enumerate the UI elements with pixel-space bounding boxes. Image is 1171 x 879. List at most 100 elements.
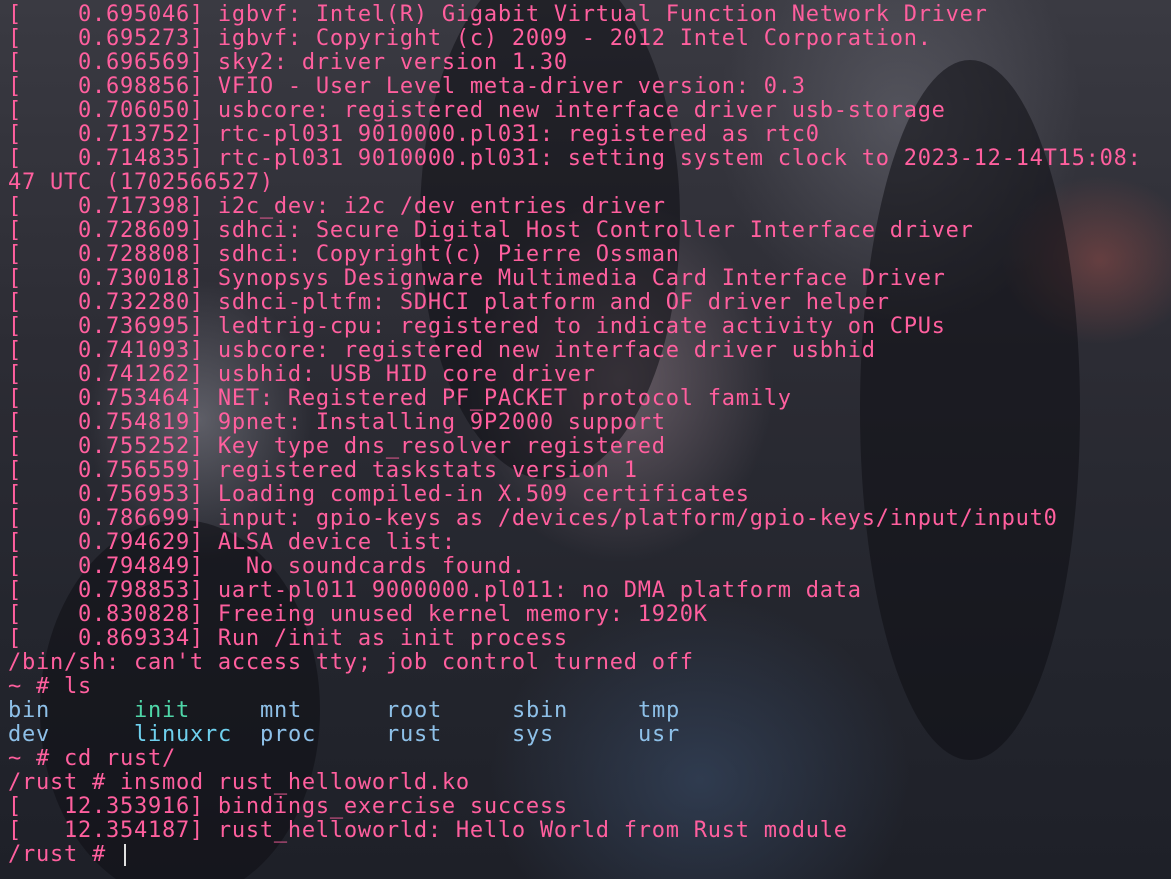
ls-output-row: bin init mnt root sbin tmp [8, 699, 1168, 723]
log-timestamp: [ 0.695273] [8, 26, 204, 51]
log-line: [ 0.786699] input: gpio-keys as /devices… [8, 507, 1168, 531]
log-line: [ 0.728609] sdhci: Secure Digital Host C… [8, 219, 1168, 243]
log-message: rtc-pl031 9010000.pl031: registered as r… [203, 122, 820, 147]
log-line: [ 0.755252] Key type dns_resolver regist… [8, 435, 1168, 459]
ls-entry-link: linuxrc [134, 722, 232, 747]
log-message: uart-pl011 9000000.pl011: no DMA platfor… [203, 578, 862, 603]
log-message: sdhci: Copyright(c) Pierre Ossman [203, 242, 680, 267]
log-line: [ 0.695273] igbvf: Copyright (c) 2009 - … [8, 27, 1168, 51]
log-message: ledtrig-cpu: registered to indicate acti… [203, 314, 946, 339]
log-line: [ 0.756559] registered taskstats version… [8, 459, 1168, 483]
log-message: i2c_dev: i2c /dev entries driver [203, 194, 666, 219]
ls-entry-dir: proc [260, 722, 316, 747]
ls-entry-dir: bin [8, 698, 50, 723]
log-line: [ 0.698856] VFIO - User Level meta-drive… [8, 75, 1168, 99]
log-line: [ 0.753464] NET: Registered PF_PACKET pr… [8, 387, 1168, 411]
log-message: igbvf: Intel(R) Gigabit Virtual Function… [203, 3, 988, 27]
log-timestamp: [ 0.717398] [8, 194, 204, 219]
ls-entry-dir: dev [8, 722, 50, 747]
log-message: sdhci-pltfm: SDHCI platform and OF drive… [203, 290, 890, 315]
ls-entry-dir: sys [512, 722, 554, 747]
text-cursor [123, 844, 126, 866]
input-prompt-line[interactable]: /rust # [8, 843, 1168, 867]
log-message: Key type dns_resolver registered [203, 434, 666, 459]
log-timestamp: [ 0.736995] [8, 314, 204, 339]
log-line: [ 0.741262] usbhid: USB HID core driver [8, 363, 1168, 387]
log-timestamp: [ 0.756559] [8, 458, 204, 483]
log-timestamp: [ 0.728808] [8, 242, 204, 267]
log-line: [ 0.706050] usbcore: registered new inte… [8, 99, 1168, 123]
log-message: rtc-pl031 9010000.pl031: setting system … [203, 146, 1142, 171]
log-message: usbcore: registered new interface driver… [203, 338, 876, 363]
log-line: [ 0.714835] rtc-pl031 9010000.pl031: set… [8, 147, 1168, 171]
log-line: [ 0.830828] Freeing unused kernel memory… [8, 603, 1168, 627]
log-message: registered taskstats version 1 [203, 458, 638, 483]
log-line: [ 12.353916] bindings_exercise success [8, 795, 1168, 819]
log-line: [ 0.730018] Synopsys Designware Multimed… [8, 267, 1168, 291]
log-line: [ 0.798853] uart-pl011 9000000.pl011: no… [8, 579, 1168, 603]
log-line: [ 0.728808] sdhci: Copyright(c) Pierre O… [8, 243, 1168, 267]
ls-entry-exec: init [134, 698, 190, 723]
log-timestamp: [ 0.698856] [8, 74, 204, 99]
log-timestamp: [ 0.753464] [8, 386, 204, 411]
log-timestamp: [ 0.730018] [8, 266, 204, 291]
log-line: [ 12.354187] rust_helloworld: Hello Worl… [8, 819, 1168, 843]
log-timestamp: [ 0.741262] [8, 362, 204, 387]
log-timestamp: [ 0.786699] [8, 506, 204, 531]
log-line: [ 0.717398] i2c_dev: i2c /dev entries dr… [8, 195, 1168, 219]
command-ls: ~ # ls [8, 674, 92, 699]
log-timestamp: [ 0.714835] [8, 146, 204, 171]
log-timestamp: [ 0.830828] [8, 602, 204, 627]
log-timestamp: [ 0.755252] [8, 434, 204, 459]
log-line: [ 0.754819] 9pnet: Installing 9P2000 sup… [8, 411, 1168, 435]
log-timestamp: [ 0.713752] [8, 122, 204, 147]
log-line: [ 0.794629] ALSA device list: [8, 531, 1168, 555]
log-timestamp: [ 0.756953] [8, 482, 204, 507]
log-message: NET: Registered PF_PACKET protocol famil… [203, 386, 792, 411]
module-log: [ 12.353916] bindings_exercise success [… [8, 795, 1168, 843]
log-message: Freeing unused kernel memory: 1920K [203, 602, 708, 627]
command-insmod: /rust # insmod rust_helloworld.ko [8, 770, 470, 795]
log-timestamp: [ 0.794629] [8, 530, 204, 555]
log-timestamp: [ 0.794849] [8, 554, 204, 579]
log-timestamp: [ 0.754819] [8, 410, 204, 435]
log-message: No soundcards found. [203, 554, 526, 579]
boot-log: [ 0.695046] igbvf: Intel(R) Gigabit Virt… [8, 3, 1168, 651]
log-message: rust_helloworld: Hello World from Rust m… [203, 818, 848, 843]
log-timestamp: [ 0.798853] [8, 578, 204, 603]
ls-entry-dir: usr [638, 722, 680, 747]
log-message: ALSA device list: [203, 530, 456, 555]
log-line: [ 0.741093] usbcore: registered new inte… [8, 339, 1168, 363]
log-line: [ 0.869334] Run /init as init process [8, 627, 1168, 651]
log-message: Run /init as init process [203, 626, 568, 651]
ls-entry-dir: sbin [512, 698, 568, 723]
log-timestamp: [ 0.732280] [8, 290, 204, 315]
log-message: Synopsys Designware Multimedia Card Inte… [203, 266, 946, 291]
log-line: [ 0.756953] Loading compiled-in X.509 ce… [8, 483, 1168, 507]
ls-output-row: dev linuxrc proc rust sys usr [8, 723, 1168, 747]
log-message: 47 UTC (1702566527) [8, 170, 274, 195]
log-line: 47 UTC (1702566527) [8, 171, 1168, 195]
log-line: [ 0.713752] rtc-pl031 9010000.pl031: reg… [8, 123, 1168, 147]
log-message: sdhci: Secure Digital Host Controller In… [203, 218, 974, 243]
terminal-window[interactable]: [ 0.695046] igbvf: Intel(R) Gigabit Virt… [8, 3, 1168, 875]
log-timestamp: [ 0.695046] [8, 3, 204, 27]
ls-entry-dir: root [386, 698, 442, 723]
log-line: [ 0.736995] ledtrig-cpu: registered to i… [8, 315, 1168, 339]
log-timestamp: [ 0.869334] [8, 626, 204, 651]
log-message: Loading compiled-in X.509 certificates [203, 482, 750, 507]
log-message: VFIO - User Level meta-driver version: 0… [203, 74, 806, 99]
command-cd: ~ # cd rust/ [8, 746, 176, 771]
log-message: bindings_exercise success [203, 794, 568, 819]
log-message: usbcore: registered new interface driver… [203, 98, 946, 123]
shell-warning: /bin/sh: can't access tty; job control t… [8, 650, 694, 675]
shell-prompt: /rust # [8, 842, 120, 867]
ls-entry-dir: rust [386, 722, 442, 747]
log-timestamp: [ 12.354187] [8, 818, 204, 843]
log-timestamp: [ 12.353916] [8, 794, 204, 819]
log-message: input: gpio-keys as /devices/platform/gp… [203, 506, 1058, 531]
log-line: [ 0.794849] No soundcards found. [8, 555, 1168, 579]
log-message: sky2: driver version 1.30 [203, 50, 568, 75]
log-message: usbhid: USB HID core driver [203, 362, 596, 387]
ls-entry-dir: mnt [260, 698, 302, 723]
